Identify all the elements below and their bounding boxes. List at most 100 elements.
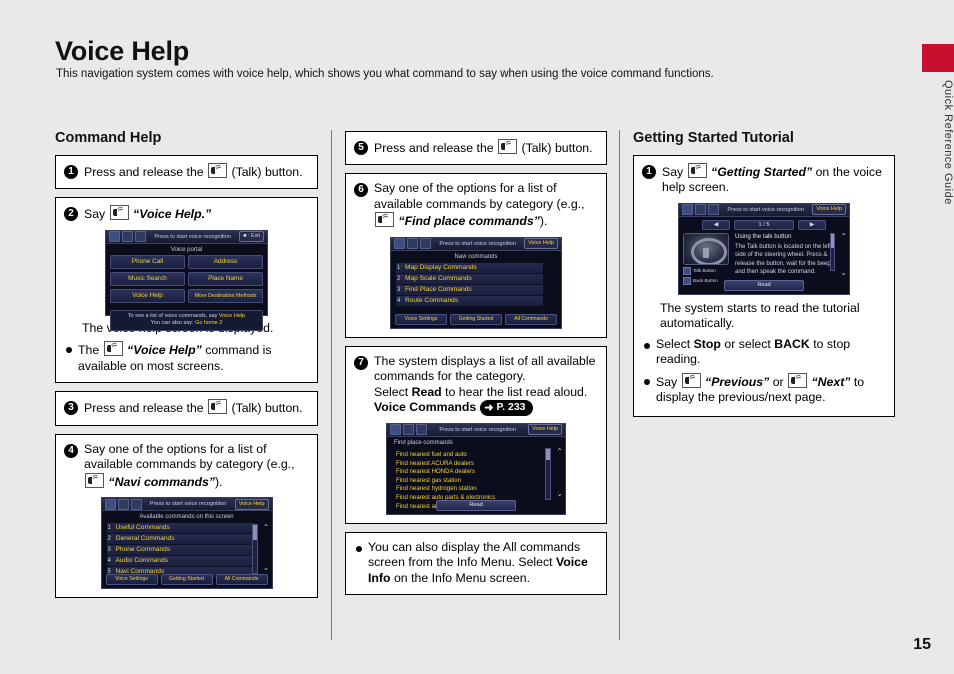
step-6-text-after: ).	[539, 214, 548, 229]
scroll-up-icon[interactable]: ⌃	[556, 447, 563, 456]
talk-status-icon	[390, 424, 401, 436]
list-item[interactable]: 4 Route Commands	[396, 295, 543, 307]
talk-icon	[375, 212, 394, 228]
menu-place-name[interactable]: Place Name	[188, 271, 263, 286]
step-box-4: 4 Say one of the options for a list of a…	[55, 433, 318, 599]
step-2-quote: “Voice Help.”	[133, 207, 212, 222]
voice-help-pill[interactable]: Voice Help	[234, 498, 269, 510]
menu-voice-help[interactable]: Voice Help	[110, 288, 185, 303]
step-7-read-label: Read	[411, 384, 442, 399]
voice-help-pill[interactable]: Voice Help	[528, 424, 562, 436]
list-item[interactable]: 1 Useful Commands	[106, 523, 254, 535]
voice-portal-row: Voice Help More Destination Methods	[110, 288, 263, 303]
step-box-5: 5 Press and release the (Talk) button.	[345, 131, 607, 166]
status-icon-3	[130, 498, 142, 510]
legend-talk-label: Talk Button	[693, 268, 716, 274]
talk-icon	[109, 205, 129, 221]
step-box-7: 7 The system displays a list of all avai…	[345, 345, 607, 524]
talk-icon	[208, 163, 228, 178]
list-item-label: Phone Commands	[115, 546, 171, 554]
note-line2: on the Info Menu screen.	[393, 570, 531, 585]
tab-getting-started[interactable]: Getting Started	[160, 574, 213, 586]
list-item[interactable]: 4 Audio Commands	[106, 556, 254, 568]
list-item-label: Map Scale Commands	[405, 274, 472, 282]
scrollbar[interactable]	[830, 232, 835, 271]
menu-phone-call[interactable]: Phone Call	[110, 254, 185, 269]
tutorial-pager: ◀ 1 / 5 ▶	[679, 217, 849, 232]
column-divider-2	[619, 130, 620, 640]
scrollbar[interactable]	[545, 447, 551, 500]
list-item-label: General Commands	[115, 535, 175, 543]
list-item[interactable]: Find nearest gas station	[392, 477, 561, 486]
list-item[interactable]: 2 General Commands	[106, 534, 254, 546]
scrollbar[interactable]	[251, 524, 258, 575]
step-6-quote: “Find place commands”	[398, 214, 540, 229]
step-7-line2-before: Select	[374, 384, 409, 399]
scroll-down-icon[interactable]: ⌄	[556, 489, 563, 498]
menu-music-search[interactable]: Music Search	[110, 271, 185, 286]
voice-portal-grid: Phone Call Address Music Search Place Na…	[106, 254, 267, 308]
next-page-button[interactable]: ▶	[798, 219, 826, 230]
tab-all-commands[interactable]: All Commands	[215, 574, 268, 586]
screen-topbar: Press to start voice recognition ■ : Exi…	[106, 230, 267, 244]
list-item[interactable]: Find nearest ACURA dealers	[392, 460, 561, 469]
list-item-label: Map Display Commands	[405, 263, 477, 271]
screen-topbar: Press to start voice recognition Voice H…	[101, 498, 272, 512]
tab-voice-settings[interactable]: Voice Settings	[105, 574, 158, 586]
back-button-icon	[683, 276, 691, 285]
menu-address[interactable]: Address	[188, 254, 263, 269]
step-5-text: Press and release the (Talk) button.	[374, 139, 593, 156]
list-item[interactable]: Find nearest HONDA dealers	[392, 468, 561, 477]
read-button[interactable]: Read	[436, 499, 516, 511]
bullet-dot	[66, 347, 72, 354]
step-7: 7 The system displays a list of all avai…	[354, 354, 598, 416]
list-item[interactable]: Find nearest hydrogen station	[392, 485, 561, 494]
talk-icon	[208, 399, 228, 415]
step-number-5: 5	[354, 141, 368, 155]
manual-page: Voice Help This navigation system comes …	[0, 0, 954, 674]
list-item[interactable]: 3 Phone Commands	[106, 545, 254, 557]
status-icon-3	[708, 204, 719, 216]
tab-getting-started[interactable]: Getting Started	[450, 313, 502, 325]
read-button[interactable]: Read	[724, 279, 804, 291]
step-box-2: 2 Say “Voice Help.” Press to start voice…	[55, 197, 318, 384]
step-number-1: 1	[64, 165, 78, 179]
step-1-text-after: (Talk) button.	[231, 165, 303, 179]
section-title-command-help: Command Help	[55, 130, 162, 146]
list-item[interactable]: 1 Map Display Commands	[396, 262, 543, 274]
step-2-text-before: Say	[84, 207, 106, 222]
step-box-1: 1 Press and release the (Talk) button.	[55, 155, 318, 190]
screen-topbar: Press to start voice recognition Voice H…	[391, 237, 561, 251]
status-icon-3	[135, 231, 146, 243]
exit-pill[interactable]: ■ : Exit	[239, 231, 264, 243]
scroll-down-icon[interactable]: ⌄	[840, 268, 847, 277]
voice-help-pill[interactable]: Voice Help	[812, 204, 846, 216]
voice-commands-ref-label: Voice Commands	[374, 400, 477, 415]
hint-line2-a: You can also say:	[150, 320, 194, 327]
voice-portal-row: Music Search Place Name	[110, 271, 263, 286]
page-number: 15	[913, 636, 931, 653]
menu-more-destination-methods[interactable]: More Destination Methods	[188, 288, 263, 303]
list-item[interactable]: 2 Map Scale Commands	[396, 273, 543, 285]
tab-all-commands[interactable]: All Commands	[505, 313, 557, 325]
scroll-up-icon[interactable]: ⌃	[263, 524, 270, 532]
screen-voice-portal: Press to start voice recognition ■ : Exi…	[105, 229, 268, 331]
step-number-4: 4	[64, 443, 78, 458]
voice-help-pill[interactable]: Voice Help	[524, 238, 558, 250]
side-tab: Quick Reference Guide	[922, 44, 954, 205]
scroll-down-icon[interactable]: ⌄	[263, 564, 270, 572]
tab-voice-settings[interactable]: Voice Settings	[395, 313, 447, 325]
gs-b1-stop: Stop	[693, 336, 721, 351]
step-1: 1 Press and release the (Talk) button.	[64, 163, 309, 180]
page-reference-pill[interactable]: ➜ P. 233	[480, 400, 533, 416]
screen-topbar-text: Press to start voice recognition	[154, 233, 231, 240]
list-item[interactable]: Find nearest fuel and auto	[392, 451, 561, 460]
status-icon-3	[416, 424, 427, 436]
screen-topbar-text: Press to start voice recognition	[727, 206, 804, 213]
previous-page-button[interactable]: ◀	[702, 219, 730, 230]
scroll-up-icon[interactable]: ⌃	[840, 232, 847, 241]
step-3-text: Press and release the (Talk) button.	[84, 399, 303, 416]
step-4: 4 Say one of the options for a list of a…	[64, 442, 309, 490]
list-item[interactable]: 3 Find Place Commands	[396, 284, 543, 296]
step-box-3: 3 Press and release the (Talk) button.	[55, 391, 318, 426]
